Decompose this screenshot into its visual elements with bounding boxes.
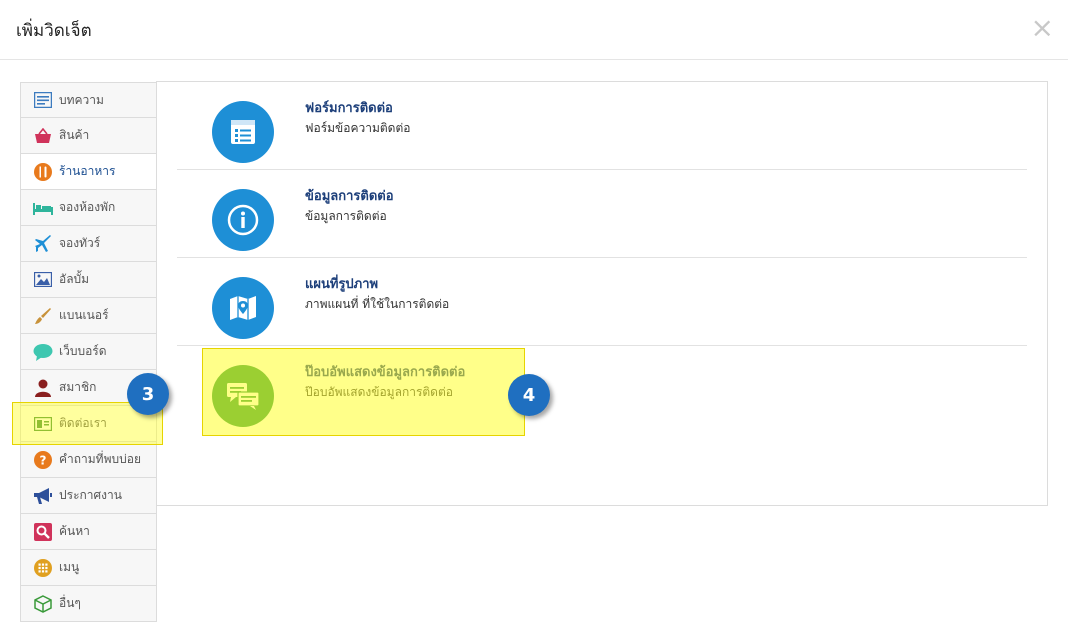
step-3-badge: 3 [127,373,169,415]
paintbrush-icon [33,306,53,326]
sidebar-item-label: ประกาศงาน [59,488,122,502]
sidebar-item-label: อัลบั้ม [59,272,90,286]
photo-album-icon [33,270,53,290]
sidebar-item-label: สมาชิก [59,380,97,394]
add-widget-dialog: เพิ่มวิดเจ็ต × บทความ สินค้า ร้านอาหาร จ… [0,0,1068,642]
sidebar-item-banner[interactable]: แบนเนอร์ [20,298,157,334]
sidebar-item-label: สินค้า [59,128,90,142]
svg-text:?: ? [40,453,47,467]
widget-title: ป๊อบอัพแสดงข้อมูลการติดต่อ [305,365,466,380]
widget-description: ภาพแผนที่ ที่ใช้ในการติดต่อ [305,297,450,311]
dialog-title: เพิ่มวิดเจ็ต [16,21,92,41]
sidebar-item-others[interactable]: อื่นๆ [20,586,157,622]
widget-list-panel: ฟอร์มการติดต่อ ฟอร์มข้อความติดต่อ ข้อมูล… [156,81,1048,506]
sidebar-item-label: แบนเนอร์ [59,308,109,322]
sidebar-item-tour[interactable]: จองทัวร์ [20,226,157,262]
widget-picture-map[interactable]: แผนที่รูปภาพ ภาพแผนที่ ที่ใช้ในการติดต่อ [177,258,1027,346]
widget-contact-info[interactable]: ข้อมูลการติดต่อ ข้อมูลการติดต่อ [177,170,1027,258]
shopping-basket-icon [33,126,53,146]
user-icon [33,378,53,398]
sidebar-item-label: คำถามที่พบบ่อย [59,452,141,466]
widget-contact-form[interactable]: ฟอร์มการติดต่อ ฟอร์มข้อความติดต่อ [177,82,1027,170]
widget-title: แผนที่รูปภาพ [305,277,379,292]
widget-title: ข้อมูลการติดต่อ [305,189,394,204]
sidebar-item-album[interactable]: อัลบั้ม [20,262,157,298]
sidebar-item-article[interactable]: บทความ [20,82,157,118]
sidebar-item-menu[interactable]: เมนู [20,550,157,586]
contact-card-icon [33,414,53,434]
airplane-icon [33,234,53,254]
widget-description: ป๊อบอัพแสดงข้อมูลการติดต่อ [305,385,453,399]
search-icon [33,522,53,542]
dialog-header: เพิ่มวิดเจ็ต × [0,0,1068,60]
restaurant-icon [33,162,53,182]
sidebar-item-label: ติดต่อเรา [59,416,107,430]
widget-contact-popup[interactable]: ป๊อบอัพแสดงข้อมูลการติดต่อ ป๊อบอัพแสดงข้… [177,346,1027,434]
sidebar-item-label: ร้านอาหาร [59,164,116,178]
sidebar-item-product[interactable]: สินค้า [20,118,157,154]
info-icon [212,189,274,251]
widget-title: ฟอร์มการติดต่อ [305,101,393,116]
sidebar-item-search[interactable]: ค้นหา [20,514,157,550]
sidebar-item-faq[interactable]: ? คำถามที่พบบ่อย [20,442,157,478]
sidebar-item-label: จองทัวร์ [59,236,101,250]
form-icon [212,101,274,163]
megaphone-icon [33,486,53,506]
chat-bubble-icon [33,342,53,362]
sidebar-item-label: จองห้องพัก [59,200,116,214]
close-icon[interactable]: × [1031,14,1054,42]
map-icon [212,277,274,339]
sidebar-item-label: ค้นหา [59,524,90,538]
sidebar-item-hotel[interactable]: จองห้องพัก [20,190,157,226]
step-4-badge: 4 [508,374,550,416]
sidebar-item-label: อื่นๆ [59,596,81,610]
category-sidebar: บทความ สินค้า ร้านอาหาร จองห้องพัก จองทั… [20,82,157,622]
box-icon [33,594,53,614]
article-icon [33,90,53,110]
widget-description: ฟอร์มข้อความติดต่อ [305,121,411,135]
bed-icon [33,198,53,218]
sidebar-item-jobs[interactable]: ประกาศงาน [20,478,157,514]
sidebar-item-label: บทความ [59,92,104,107]
menu-grid-icon [33,558,53,578]
chat-popup-icon [212,365,274,427]
sidebar-item-label: เมนู [59,560,80,574]
sidebar-item-restaurant[interactable]: ร้านอาหาร [20,154,157,190]
question-icon: ? [33,450,53,470]
sidebar-item-label: เว็บบอร์ด [59,344,107,358]
sidebar-item-webboard[interactable]: เว็บบอร์ด [20,334,157,370]
widget-description: ข้อมูลการติดต่อ [305,209,387,223]
